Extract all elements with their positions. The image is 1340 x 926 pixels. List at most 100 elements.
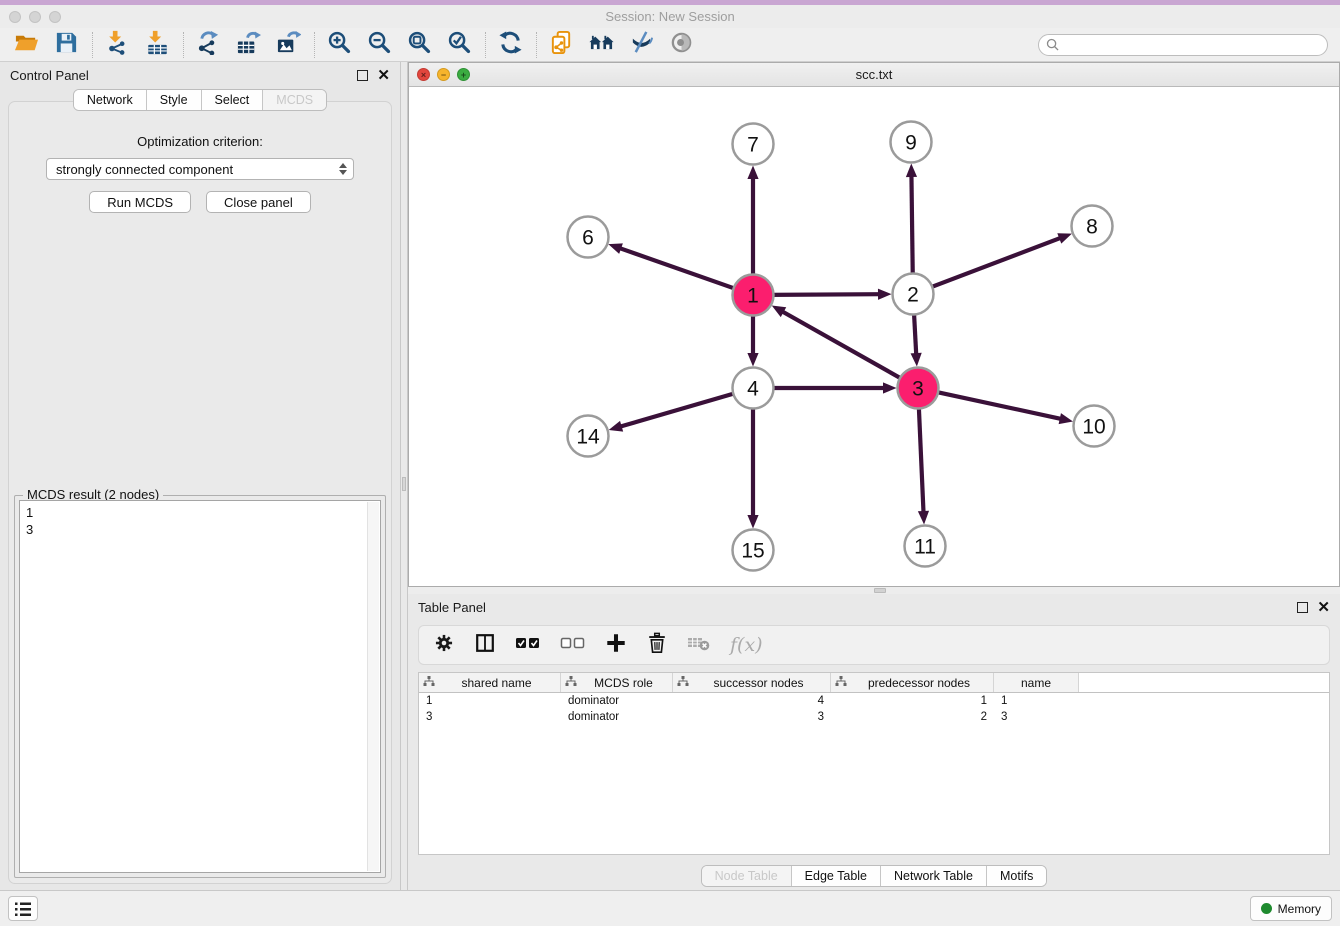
control-panel-tab-select[interactable]: Select — [202, 90, 264, 110]
edge-4-14[interactable] — [620, 393, 737, 427]
table-tab-motifs[interactable]: Motifs — [987, 866, 1046, 886]
run-mcds-button[interactable]: Run MCDS — [89, 191, 191, 213]
edge-2-8[interactable] — [929, 238, 1061, 288]
edge-3-11[interactable] — [919, 405, 924, 513]
open-button[interactable] — [10, 31, 42, 59]
column-header-successor-nodes[interactable]: successor nodes — [673, 673, 831, 692]
network-close-button[interactable]: × — [417, 68, 430, 81]
edge-3-10[interactable] — [935, 392, 1062, 419]
node-table[interactable]: shared nameMCDS rolesuccessor nodesprede… — [418, 672, 1330, 855]
edge-arrowhead — [906, 163, 917, 177]
memory-button[interactable]: Memory — [1250, 896, 1332, 921]
mcds-result-list[interactable]: 13 — [19, 500, 381, 873]
hide-selected-button[interactable] — [625, 31, 657, 59]
splitter-grip[interactable] — [402, 477, 406, 491]
control-panel-tab-network[interactable]: Network — [74, 90, 147, 110]
edge-1-6[interactable] — [619, 248, 736, 289]
main-toolbar — [0, 28, 1340, 62]
add-button[interactable] — [605, 632, 627, 659]
zoom-in-button[interactable] — [323, 31, 355, 59]
import-table-button[interactable] — [141, 31, 173, 59]
optimization-criterion-label: Optimization criterion: — [9, 134, 391, 149]
home-button[interactable] — [585, 31, 617, 59]
table-cell[interactable]: 1 — [831, 695, 994, 707]
network-canvas[interactable]: 7968124314101511 — [409, 87, 1339, 586]
zoom-out-button[interactable] — [363, 31, 395, 59]
export-table-button[interactable] — [232, 31, 264, 59]
mcds-result-fieldset: MCDS result (2 nodes) 13 — [14, 495, 386, 878]
column-header-shared-name[interactable]: shared name — [419, 673, 561, 692]
save-button[interactable] — [50, 31, 82, 59]
horizontal-splitter-grip[interactable] — [874, 588, 886, 593]
table-cell[interactable]: dominator — [561, 695, 673, 707]
table-tab-network-table[interactable]: Network Table — [881, 866, 987, 886]
delete-button[interactable] — [646, 632, 668, 659]
table-tab-edge-table[interactable]: Edge Table — [792, 866, 881, 886]
column-header-name[interactable]: name — [994, 673, 1079, 692]
task-history-button[interactable] — [8, 896, 38, 921]
clone-network-button[interactable] — [545, 31, 577, 59]
network-graph[interactable]: 7968124314101511 — [409, 87, 1339, 586]
column-type-icon — [423, 675, 435, 690]
hide-selected-icon — [629, 30, 654, 60]
control-panel-tab-style[interactable]: Style — [147, 90, 202, 110]
search-input[interactable] — [1038, 34, 1328, 56]
control-panel-tab-mcds[interactable]: MCDS — [263, 90, 326, 110]
home-icon — [589, 30, 614, 60]
float-panel-icon[interactable] — [357, 70, 368, 81]
deselect-all-button[interactable] — [560, 635, 586, 656]
column-header-MCDS-role[interactable]: MCDS role — [561, 673, 673, 692]
horizontal-splitter[interactable] — [408, 586, 1340, 594]
table-row[interactable]: 3dominator323 — [419, 709, 1329, 725]
vertical-splitter[interactable] — [400, 62, 408, 890]
edge-3-1[interactable] — [782, 311, 903, 379]
control-panel-tabs: NetworkStyleSelectMCDS — [73, 89, 327, 111]
export-network-button[interactable] — [192, 31, 224, 59]
column-header-predecessor-nodes[interactable]: predecessor nodes — [831, 673, 994, 692]
show-all-button[interactable] — [665, 31, 697, 59]
application-window: Session: New Session Control Panel ✕ Net… — [0, 0, 1340, 926]
table-cell[interactable]: 3 — [673, 711, 831, 723]
table-cell[interactable]: 1 — [419, 695, 561, 707]
network-window-titlebar[interactable]: × − + scc.txt — [409, 63, 1339, 87]
refresh-button[interactable] — [494, 31, 526, 59]
select-all-button[interactable] — [515, 635, 541, 656]
table-tabbar: Node TableEdge TableNetwork TableMotifs — [408, 865, 1340, 887]
float-table-panel-icon[interactable] — [1297, 602, 1308, 613]
add-icon — [605, 632, 627, 659]
edge-arrowhead — [918, 511, 929, 525]
edge-arrowhead — [883, 382, 897, 393]
column-type-icon — [677, 675, 689, 690]
table-cell[interactable]: 3 — [419, 711, 561, 723]
node-label-3: 3 — [912, 377, 924, 400]
column-type-icon — [565, 675, 577, 690]
table-tab-node-table[interactable]: Node Table — [702, 866, 792, 886]
table-row[interactable]: 1dominator411 — [419, 693, 1329, 709]
optimization-criterion-select[interactable]: strongly connected component — [46, 158, 354, 180]
close-table-panel-icon[interactable]: ✕ — [1317, 602, 1330, 613]
toolbar-separator — [485, 32, 486, 58]
table-cell[interactable]: 2 — [831, 711, 994, 723]
zoom-fit-button[interactable] — [403, 31, 435, 59]
edge-1-2[interactable] — [770, 294, 880, 295]
network-minimize-button[interactable]: − — [437, 68, 450, 81]
network-maximize-button[interactable]: + — [457, 68, 470, 81]
edge-arrowhead — [911, 353, 922, 367]
import-network-button[interactable] — [101, 31, 133, 59]
select-all-icon — [515, 635, 541, 656]
close-panel-icon[interactable]: ✕ — [377, 70, 390, 81]
table-cell[interactable]: 3 — [994, 711, 1079, 723]
edge-2-9[interactable] — [911, 175, 912, 277]
export-image-button[interactable] — [272, 31, 304, 59]
table-cell[interactable]: dominator — [561, 711, 673, 723]
main-titlebar[interactable]: Session: New Session — [0, 5, 1340, 28]
columns-button[interactable] — [474, 632, 496, 659]
settings-button[interactable] — [433, 632, 455, 659]
result-scrollbar[interactable] — [367, 502, 379, 871]
close-panel-button[interactable]: Close panel — [206, 191, 311, 213]
table-cell[interactable]: 1 — [994, 695, 1079, 707]
node-label-8: 8 — [1086, 215, 1098, 238]
zoom-selected-button[interactable] — [443, 31, 475, 59]
edge-2-3[interactable] — [914, 311, 916, 355]
table-cell[interactable]: 4 — [673, 695, 831, 707]
